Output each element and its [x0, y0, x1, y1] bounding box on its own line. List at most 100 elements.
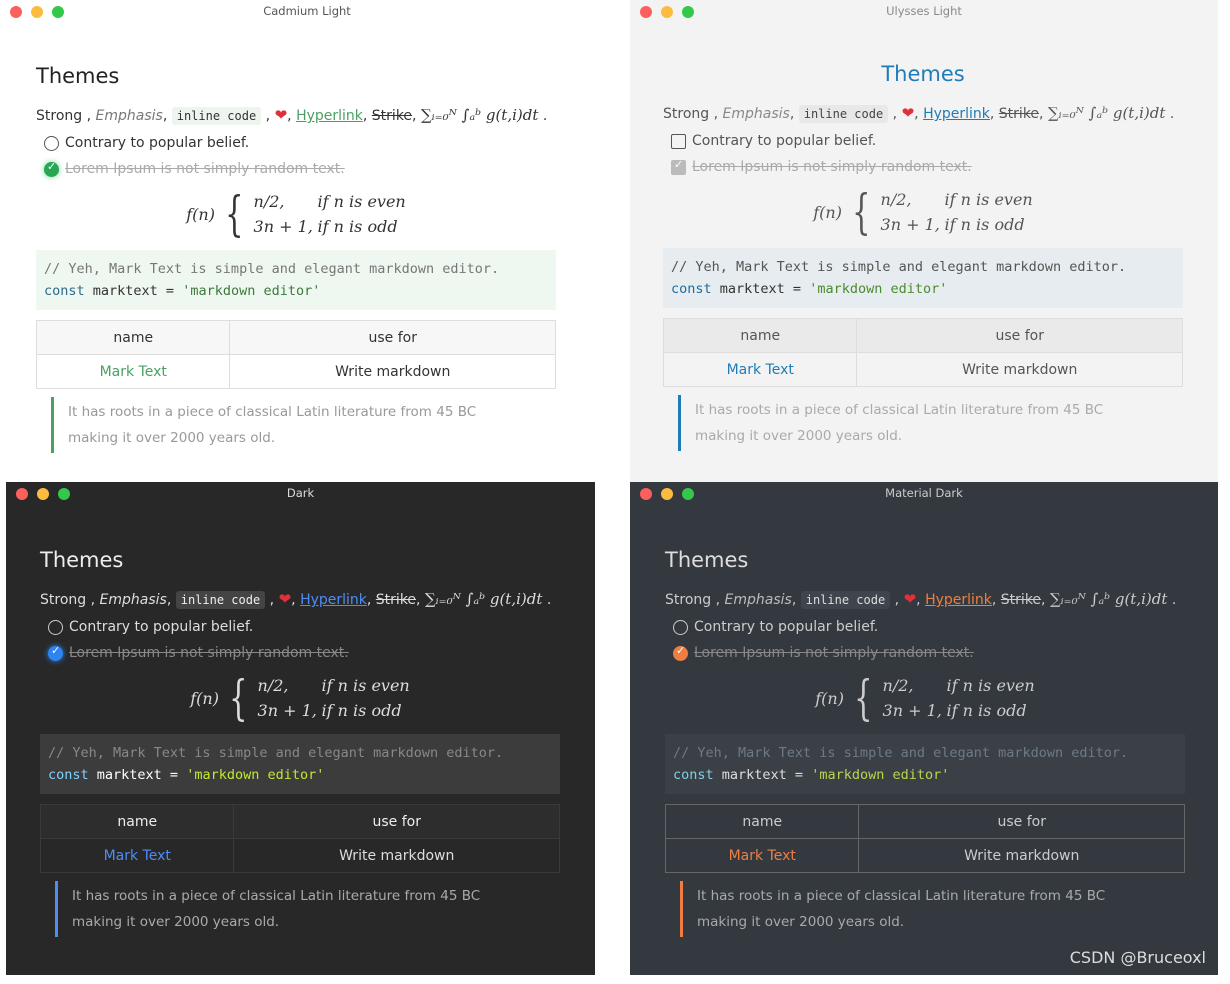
case-cond: if n is even — [944, 190, 1033, 209]
table-link[interactable]: Mark Text — [100, 364, 167, 380]
table-header: use for — [229, 320, 556, 355]
formula-cases: n/2, if n is even 3n + 1, if n is odd — [883, 676, 1035, 720]
emphasis-text: Emphasis — [722, 106, 790, 122]
brace-icon: { — [229, 670, 248, 726]
code-block[interactable]: // Yeh, Mark Text is simple and elegant … — [665, 734, 1185, 794]
table[interactable]: name use for Mark Text Write markdown — [39, 804, 560, 873]
titlebar[interactable]: Ulysses Light — [630, 0, 1218, 24]
editor-content[interactable]: Themes Strong , Emphasis, inline code , … — [664, 548, 1185, 937]
task-label: Lorem Ipsum is not simply random text. — [69, 645, 349, 661]
titlebar[interactable]: Material Dark — [630, 482, 1218, 506]
case-cond: if n is even — [946, 676, 1035, 695]
window-material-dark: Material Dark Themes Strong , Emphasis, … — [630, 482, 1218, 975]
table-header: use for — [858, 804, 1185, 839]
task-label: Contrary to popular belief. — [65, 135, 250, 151]
quote-line: making it over 2000 years old. — [695, 428, 903, 444]
code-ident: marktext = — [721, 767, 804, 783]
table-link[interactable]: Mark Text — [729, 848, 796, 864]
table-header: use for — [856, 318, 1183, 353]
code-string: 'markdown editor' — [809, 281, 948, 297]
checked-checkbox-icon[interactable] — [48, 644, 63, 661]
code-keyword: const — [673, 767, 714, 783]
editor-content[interactable]: Themes Strong , Emphasis, inline code , … — [662, 62, 1183, 451]
table-link[interactable]: Mark Text — [104, 848, 171, 864]
checked-checkbox-icon[interactable] — [673, 644, 688, 661]
quote-line: making it over 2000 years old. — [68, 430, 276, 446]
strong-text: Strong — [40, 592, 87, 608]
quote-line: It has roots in a piece of classical Lat… — [697, 888, 1106, 904]
checkbox-icon[interactable] — [48, 619, 63, 635]
case-expr: n/2, — [257, 676, 289, 695]
quote-line: making it over 2000 years old. — [72, 914, 280, 930]
inline-math: ∑ᵢ₌₀ᴺ ∫ₐᵇ g(t,i)dt — [1049, 590, 1168, 608]
math-block: f(n) { n/2, if n is even 3n + 1, if n is… — [665, 674, 1185, 722]
case-cond: if n is even — [321, 676, 410, 695]
heart-icon: ❤ — [278, 590, 292, 608]
strong-text: Strong — [663, 106, 710, 122]
task-item: Contrary to popular belief. — [673, 616, 1185, 638]
titlebar[interactable]: Dark — [6, 482, 595, 506]
strike-text: Strike — [1000, 592, 1042, 608]
table-link[interactable]: Mark Text — [727, 362, 794, 378]
watermark: CSDN @Bruceoxl — [1069, 948, 1206, 967]
code-keyword: const — [671, 281, 712, 297]
case-expr: 3n + 1, — [882, 701, 942, 720]
code-string: 'markdown editor' — [811, 767, 950, 783]
checkbox-icon[interactable] — [671, 133, 686, 149]
code-comment: // Yeh, Mark Text is simple and elegant … — [44, 261, 500, 277]
checkbox-icon[interactable] — [673, 619, 688, 635]
task-item: Lorem Ipsum is not simply random text. — [671, 156, 1183, 178]
table-cell: Mark Text — [662, 352, 858, 387]
code-line: const marktext = 'markdown editor' — [671, 278, 1175, 300]
case-cond: if n is odd — [944, 215, 1025, 234]
table[interactable]: name use for Mark Text Write markdown — [35, 320, 556, 389]
table-header: name — [39, 804, 235, 839]
strike-text: Strike — [371, 108, 413, 124]
blockquote: It has roots in a piece of classical Lat… — [55, 881, 560, 937]
code-keyword: const — [48, 767, 89, 783]
case-cond: if n is odd — [946, 701, 1027, 720]
case-cond: if n is odd — [321, 701, 402, 720]
quote-line: It has roots in a piece of classical Lat… — [68, 404, 477, 420]
hyperlink[interactable]: Hyperlink — [925, 592, 992, 608]
code-block[interactable]: // Yeh, Mark Text is simple and elegant … — [663, 248, 1183, 308]
inline-math: ∑ᵢ₌₀ᴺ ∫ₐᵇ g(t,i)dt — [1047, 104, 1166, 122]
checkbox-icon[interactable] — [44, 135, 59, 151]
window-cadmium-light: Cadmium Light Themes Strong , Emphasis, … — [0, 0, 614, 482]
window-title: Ulysses Light — [886, 4, 962, 18]
inline-styles-line: Strong , Emphasis, inline code , ❤, Hype… — [665, 590, 1177, 609]
heading: Themes — [881, 62, 965, 86]
table-header-row: name use for — [664, 804, 1185, 839]
task-label: Lorem Ipsum is not simply random text. — [694, 645, 974, 661]
table[interactable]: name use for Mark Text Write markdown — [664, 804, 1185, 873]
case-expr: 3n + 1, — [880, 215, 940, 234]
hyperlink[interactable]: Hyperlink — [923, 106, 990, 122]
quote-line: It has roots in a piece of classical Lat… — [695, 402, 1104, 418]
formula-cases: n/2, if n is even 3n + 1, if n is odd — [254, 192, 406, 236]
code-block[interactable]: // Yeh, Mark Text is simple and elegant … — [36, 250, 556, 310]
checked-checkbox-icon[interactable] — [44, 160, 59, 177]
table-cell: Write markdown — [229, 354, 556, 389]
hyperlink[interactable]: Hyperlink — [300, 592, 367, 608]
code-block[interactable]: // Yeh, Mark Text is simple and elegant … — [40, 734, 560, 794]
case-cond: if n is odd — [317, 217, 398, 236]
editor-content[interactable]: Themes Strong , Emphasis, inline code , … — [39, 548, 560, 937]
editor-content[interactable]: Themes Strong , Emphasis, inline code , … — [35, 64, 556, 453]
heading: Themes — [36, 64, 120, 88]
hyperlink[interactable]: Hyperlink — [296, 108, 363, 124]
task-label: Lorem Ipsum is not simply random text. — [65, 161, 345, 177]
formula-cases: n/2, if n is even 3n + 1, if n is odd — [258, 676, 410, 720]
table[interactable]: name use for Mark Text Write markdown — [662, 318, 1183, 387]
heart-icon: ❤ — [274, 106, 288, 124]
case-expr: n/2, — [253, 192, 285, 211]
code-line: const marktext = 'markdown editor' — [48, 764, 552, 786]
strike-text: Strike — [998, 106, 1040, 122]
code-string: 'markdown editor' — [186, 767, 325, 783]
titlebar[interactable]: Cadmium Light — [0, 0, 614, 24]
code-ident: marktext = — [719, 281, 802, 297]
checked-checkbox-icon[interactable] — [671, 158, 686, 175]
inline-styles-line: Strong , Emphasis, inline code , ❤, Hype… — [36, 106, 548, 125]
inline-code: inline code — [798, 105, 889, 123]
task-label: Contrary to popular belief. — [692, 133, 877, 149]
inline-math: ∑ᵢ₌₀ᴺ ∫ₐᵇ g(t,i)dt — [420, 106, 539, 124]
